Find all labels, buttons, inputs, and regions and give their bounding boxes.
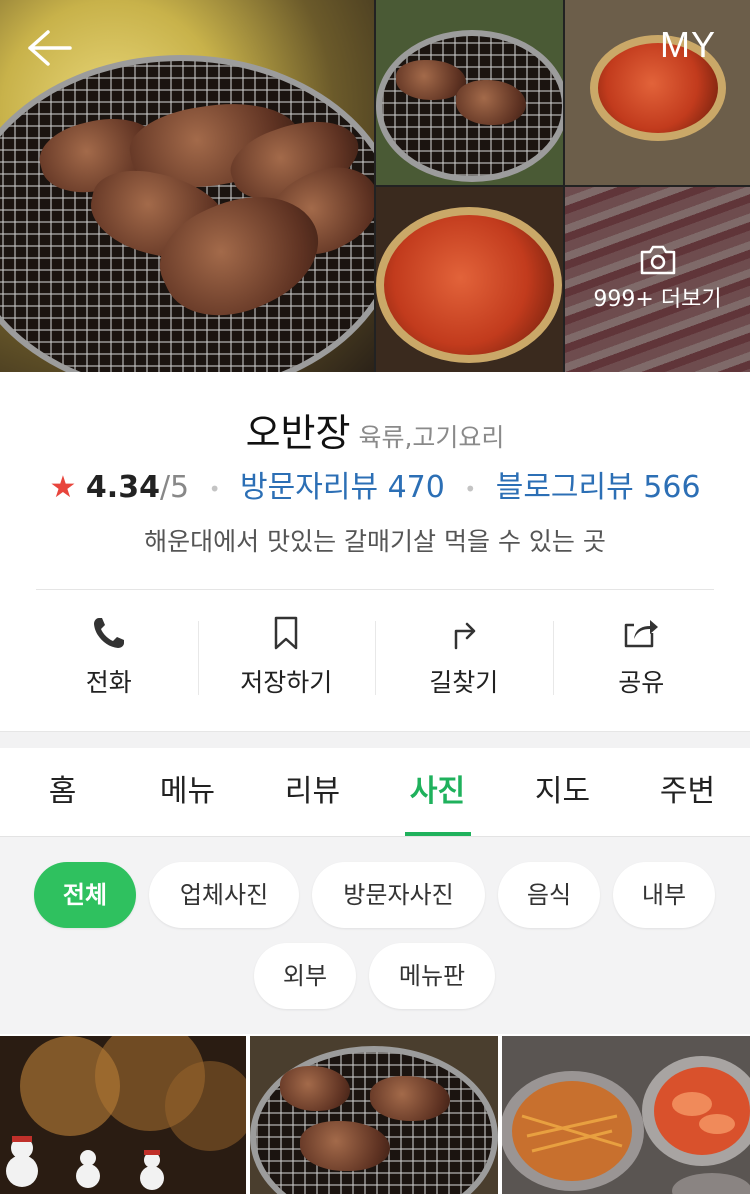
action-label: 전화 xyxy=(85,668,132,697)
filter-business-photos[interactable]: 업체사진 xyxy=(149,862,299,928)
filter-menu-board[interactable]: 메뉴판 xyxy=(369,943,495,1009)
share-icon xyxy=(625,620,659,648)
rating-max: /5 xyxy=(159,470,190,505)
more-photos-button[interactable]: 999+ 더보기 xyxy=(565,245,750,313)
tab-home[interactable]: 홈 xyxy=(0,748,125,836)
tab-map[interactable]: 지도 xyxy=(500,748,625,836)
action-label: 저장하기 xyxy=(240,668,333,697)
rating-row: ★ 4.34/5 • 방문자리뷰 470 • 블로그리뷰 566 xyxy=(0,462,750,506)
star-icon: ★ xyxy=(49,470,77,505)
separator-dot: • xyxy=(464,476,477,501)
action-bar: 전화 저장하기 길찾기 공유 xyxy=(20,605,730,705)
share-button[interactable]: 공유 xyxy=(552,605,731,705)
rating-score: 4.34 xyxy=(85,470,160,505)
action-label: 길찾기 xyxy=(429,668,499,697)
more-photos-label: 999+ 더보기 xyxy=(593,287,722,312)
filter-all[interactable]: 전체 xyxy=(34,862,136,928)
back-button[interactable] xyxy=(26,28,72,68)
side-dish-photo-image xyxy=(502,1036,750,1194)
section-gap xyxy=(0,731,750,748)
photo-grid xyxy=(0,1036,750,1194)
filter-exterior[interactable]: 외부 xyxy=(254,943,356,1009)
photo-thumb[interactable] xyxy=(565,0,750,185)
my-button[interactable]: MY xyxy=(660,24,716,66)
visitor-reviews-link[interactable]: 방문자리뷰 470 xyxy=(240,470,445,505)
tab-nearby[interactable]: 주변 xyxy=(625,748,750,836)
call-button[interactable]: 전화 xyxy=(20,605,198,705)
photo-grid-item[interactable] xyxy=(0,1036,246,1194)
blog-reviews-link[interactable]: 블로그리뷰 566 xyxy=(496,470,701,505)
divider xyxy=(36,589,714,590)
exterior-photo-image xyxy=(0,1036,246,1194)
place-category: 육류,고기요리 xyxy=(358,423,505,452)
photo-thumb[interactable] xyxy=(376,0,563,185)
filter-visitor-photos[interactable]: 방문자사진 xyxy=(312,862,485,928)
separator-dot: • xyxy=(208,476,221,501)
photo-mosaic: MY 999+ 더보기 xyxy=(0,0,750,372)
tab-photo[interactable]: 사진 xyxy=(375,748,500,836)
arrow-left-icon xyxy=(28,30,72,66)
action-label: 공유 xyxy=(618,668,665,697)
directions-icon xyxy=(454,622,475,650)
grill-image xyxy=(250,1046,498,1194)
tab-menu[interactable]: 메뉴 xyxy=(125,748,250,836)
tab-review[interactable]: 리뷰 xyxy=(250,748,375,836)
filter-interior[interactable]: 내부 xyxy=(613,862,715,928)
phone-icon xyxy=(93,618,124,648)
photo-grid-item[interactable] xyxy=(502,1036,750,1194)
photo-grid-item[interactable] xyxy=(250,1036,498,1194)
place-description: 해운대에서 맛있는 갈매기살 먹을 수 있는 곳 xyxy=(144,527,606,556)
save-button[interactable]: 저장하기 xyxy=(197,605,376,705)
camera-icon xyxy=(640,245,675,275)
filter-food[interactable]: 음식 xyxy=(498,862,600,928)
stew-image xyxy=(376,207,562,363)
tab-bar: 홈 메뉴 리뷰 사진 지도 주변 xyxy=(0,748,750,837)
place-name: 오반장 xyxy=(245,411,351,455)
directions-button[interactable]: 길찾기 xyxy=(375,605,553,705)
place-title-row: 오반장 육류,고기요리 xyxy=(0,402,750,457)
photo-thumb[interactable] xyxy=(376,187,563,372)
bookmark-icon xyxy=(275,616,298,650)
photo-filter-area: 전체 업체사진 방문자사진 음식 내부 외부 메뉴판 xyxy=(0,837,750,1034)
